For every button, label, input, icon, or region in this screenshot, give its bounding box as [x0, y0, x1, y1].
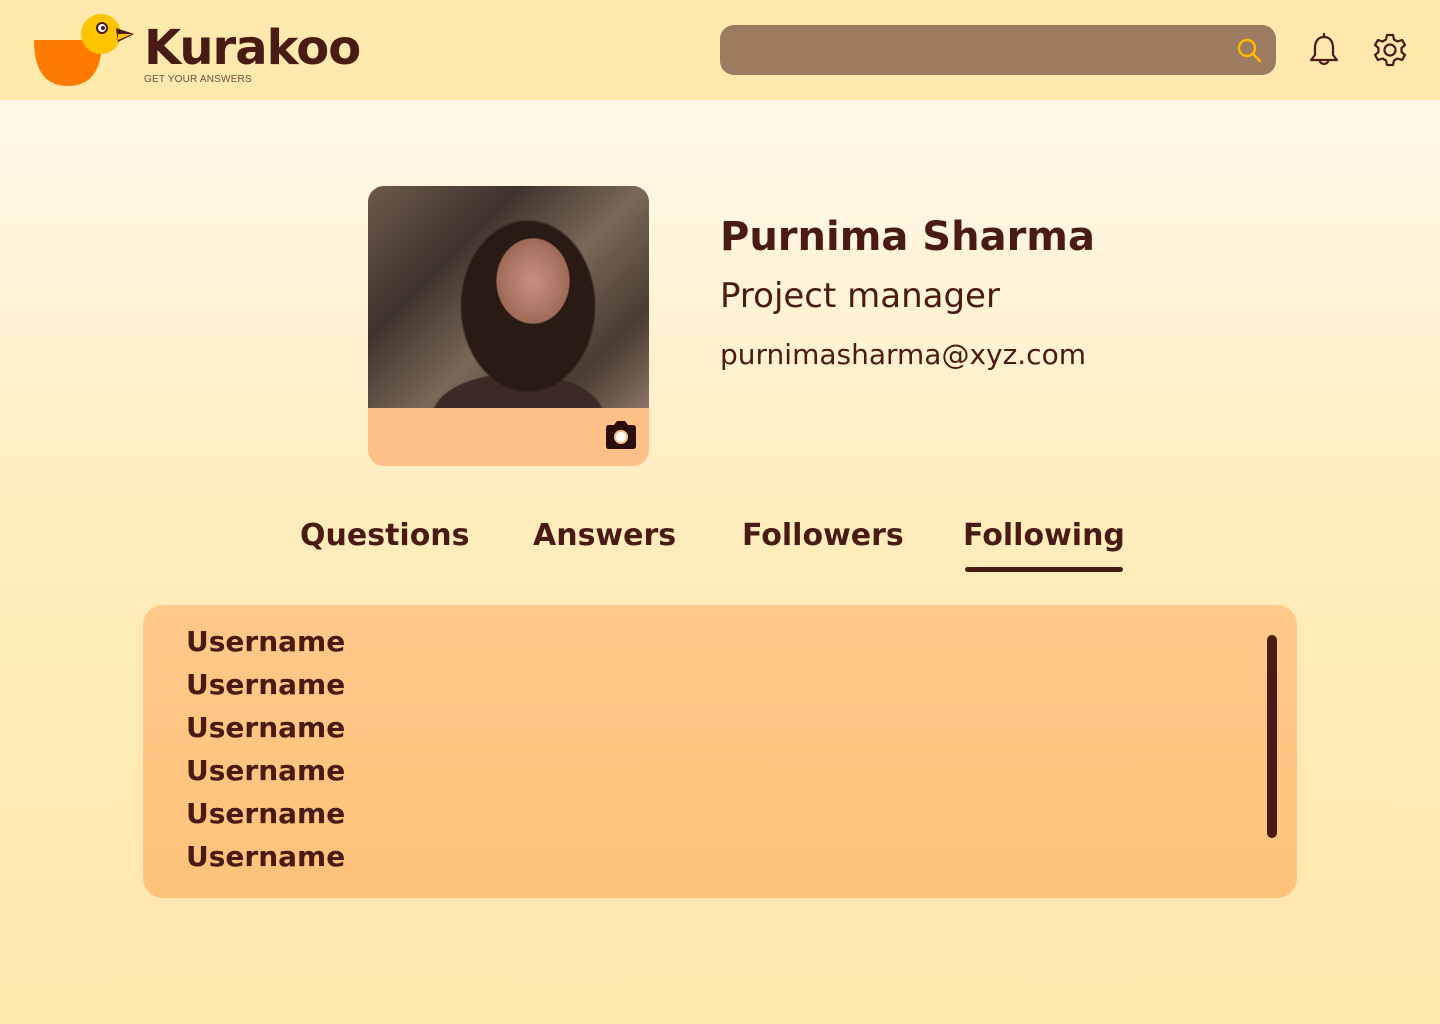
top-header: Kurakoo GET YOUR ANSWERS	[0, 0, 1440, 100]
list-item[interactable]: Username	[186, 754, 345, 794]
tab-following[interactable]: Following	[963, 518, 1125, 574]
search-bar[interactable]	[720, 25, 1276, 77]
brand-name: Kurakoo	[144, 20, 361, 76]
list-item[interactable]: Username	[186, 797, 345, 837]
profile-name: Purnima Sharma	[720, 214, 1095, 260]
tab-answers[interactable]: Answers	[533, 518, 676, 574]
avatar	[368, 186, 649, 408]
gear-icon[interactable]	[1372, 32, 1408, 68]
list-item[interactable]: Username	[186, 840, 345, 880]
profile-role: Project manager	[720, 276, 1000, 316]
app-frame: Kurakoo GET YOUR ANSWERS Purnima Sharma …	[0, 0, 1440, 1024]
bell-icon[interactable]	[1306, 32, 1342, 68]
duck-logo-icon	[34, 14, 134, 86]
tab-followers[interactable]: Followers	[742, 518, 904, 574]
profile-photo-card	[368, 186, 649, 466]
list-item[interactable]: Username	[186, 668, 345, 708]
list-item[interactable]: Username	[186, 711, 345, 751]
brand-tagline: GET YOUR ANSWERS	[144, 74, 252, 85]
following-list: Username Username Username Username User…	[143, 605, 1297, 898]
profile-email: purnimasharma@xyz.com	[720, 338, 1086, 371]
scrollbar[interactable]	[1267, 635, 1277, 838]
list-item[interactable]: Username	[186, 625, 345, 665]
camera-icon[interactable]	[604, 420, 638, 450]
search-input[interactable]	[736, 25, 1220, 77]
search-icon[interactable]	[1236, 37, 1262, 63]
tab-questions[interactable]: Questions	[300, 518, 470, 574]
logo[interactable]: Kurakoo GET YOUR ANSWERS	[34, 12, 374, 92]
